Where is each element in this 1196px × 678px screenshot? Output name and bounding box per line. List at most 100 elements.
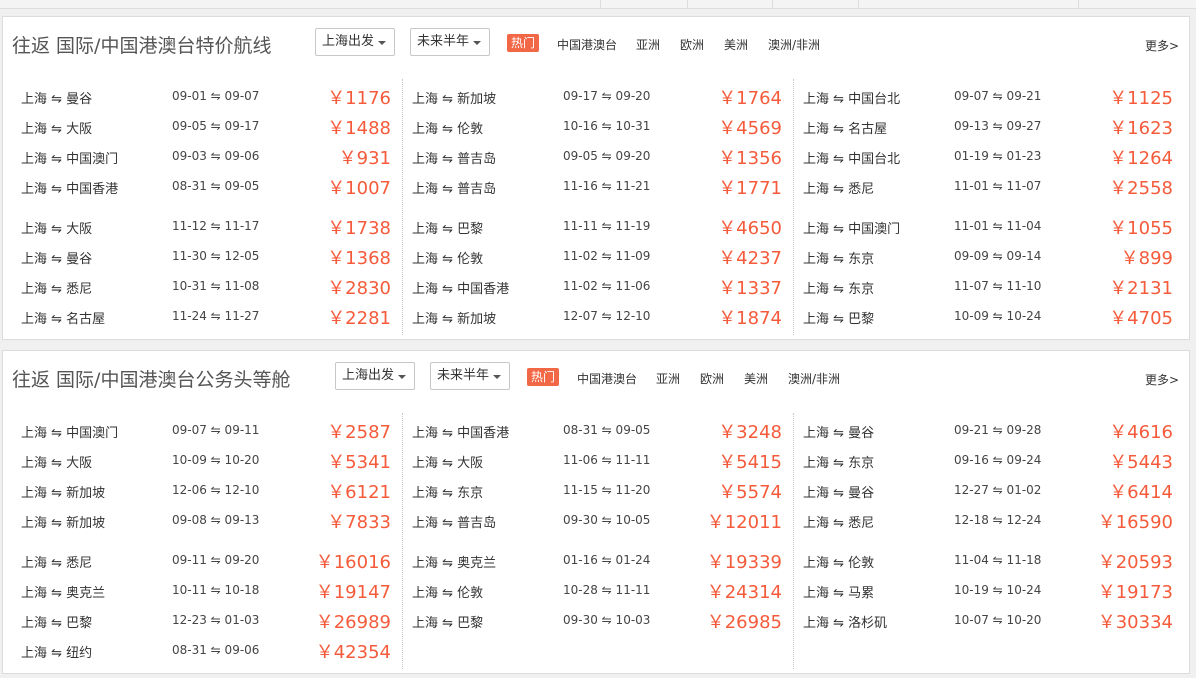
route-row[interactable]: 上海 ⇋ 巴黎 09-30 ⇋ 10-03 ￥26985	[403, 603, 793, 633]
route-dates: 10-28 ⇋ 11-11	[563, 583, 651, 597]
route-row[interactable]: 上海 ⇋ 大阪 09-05 ⇋ 09-17 ￥1488	[12, 109, 402, 139]
route-row[interactable]: 上海 ⇋ 巴黎 12-23 ⇋ 01-03 ￥26989	[12, 603, 402, 633]
route-row[interactable]: 上海 ⇋ 中国香港 08-31 ⇋ 09-05 ￥3248	[403, 413, 793, 443]
route-name: 上海 ⇋ 大阪	[21, 456, 93, 471]
route-name: 上海 ⇋ 大阪	[21, 122, 93, 137]
route-price: ￥26989	[315, 612, 391, 633]
route-dates: 12-27 ⇋ 01-02	[954, 483, 1042, 497]
route-row[interactable]: 上海 ⇋ 新加坡 12-06 ⇋ 12-10 ￥6121	[12, 473, 402, 503]
route-row[interactable]: 上海 ⇋ 中国香港 08-31 ⇋ 09-05 ￥1007	[12, 169, 402, 199]
route-price: ￥30334	[1097, 612, 1173, 633]
route-price: ￥1771	[718, 178, 782, 199]
route-dates: 09-09 ⇋ 09-14	[954, 249, 1042, 263]
route-row[interactable]: 上海 ⇋ 伦敦 10-16 ⇋ 10-31 ￥4569	[403, 109, 793, 139]
departure-select[interactable]: 上海出发	[315, 28, 395, 56]
top-strip-divider	[1078, 0, 1079, 8]
route-price: ￥1764	[718, 88, 782, 109]
route-row[interactable]: 上海 ⇋ 中国台北 09-07 ⇋ 09-21 ￥1125	[794, 79, 1184, 109]
route-row[interactable]: 上海 ⇋ 中国澳门 09-07 ⇋ 09-11 ￥2587	[12, 413, 402, 443]
route-dates: 09-08 ⇋ 09-13	[172, 513, 260, 527]
route-row[interactable]: 上海 ⇋ 大阪 11-12 ⇋ 11-17 ￥1738	[12, 209, 402, 239]
route-row[interactable]: 上海 ⇋ 洛杉矶 10-07 ⇋ 10-20 ￥30334	[794, 603, 1184, 633]
route-column: 上海 ⇋ 中国台北 09-07 ⇋ 09-21 ￥1125 上海 ⇋ 名古屋 09-13…	[793, 79, 1184, 335]
tab-hot[interactable]: 热门	[507, 34, 540, 52]
period-select[interactable]: 未来半年	[410, 28, 490, 56]
route-row[interactable]: 上海 ⇋ 大阪 10-09 ⇋ 10-20 ￥5341	[12, 443, 402, 473]
route-dates: 10-31 ⇋ 11-08	[172, 279, 260, 293]
route-row[interactable]: 上海 ⇋ 悉尼 09-11 ⇋ 09-20 ￥16016	[12, 543, 402, 573]
route-row[interactable]: 上海 ⇋ 新加坡 12-07 ⇋ 12-10 ￥1874	[403, 299, 793, 329]
route-row[interactable]: 上海 ⇋ 曼谷 09-21 ⇋ 09-28 ￥4616	[794, 413, 1184, 443]
route-name: 上海 ⇋ 普吉岛	[412, 152, 497, 167]
filter-oceania-africa[interactable]: 澳洲/非洲	[768, 36, 820, 53]
chevron-down-icon	[378, 41, 386, 45]
route-row[interactable]: 上海 ⇋ 大阪 11-06 ⇋ 11-11 ￥5415	[403, 443, 793, 473]
route-row[interactable]: 上海 ⇋ 东京 11-15 ⇋ 11-20 ￥5574	[403, 473, 793, 503]
route-row[interactable]: 上海 ⇋ 悉尼 12-18 ⇋ 12-24 ￥16590	[794, 503, 1184, 533]
route-name: 上海 ⇋ 大阪	[412, 456, 484, 471]
filter-asia[interactable]: 亚洲	[656, 370, 680, 387]
route-dates: 08-31 ⇋ 09-05	[172, 179, 260, 193]
filter-europe[interactable]: 欧洲	[700, 370, 724, 387]
route-name: 上海 ⇋ 曼谷	[21, 92, 93, 107]
period-select[interactable]: 未来半年	[430, 362, 510, 390]
route-row[interactable]: 上海 ⇋ 巴黎 10-09 ⇋ 10-24 ￥4705	[794, 299, 1184, 329]
route-row[interactable]: 上海 ⇋ 中国澳门 11-01 ⇋ 11-04 ￥1055	[794, 209, 1184, 239]
route-name: 上海 ⇋ 巴黎	[803, 312, 875, 327]
route-row[interactable]: 上海 ⇋ 中国香港 11-02 ⇋ 11-06 ￥1337	[403, 269, 793, 299]
route-dates: 09-03 ⇋ 09-06	[172, 149, 260, 163]
route-row[interactable]: 上海 ⇋ 奥克兰 01-16 ⇋ 01-24 ￥19339	[403, 543, 793, 573]
route-price: ￥4705	[1109, 308, 1173, 329]
route-row[interactable]: 上海 ⇋ 曼谷 11-30 ⇋ 12-05 ￥1368	[12, 239, 402, 269]
more-link[interactable]: 更多>	[1145, 371, 1179, 388]
route-row[interactable]: 上海 ⇋ 新加坡 09-17 ⇋ 09-20 ￥1764	[403, 79, 793, 109]
route-price: ￥1055	[1109, 218, 1173, 239]
route-row[interactable]: 上海 ⇋ 中国台北 01-19 ⇋ 01-23 ￥1264	[794, 139, 1184, 169]
route-row[interactable]: 上海 ⇋ 悉尼 10-31 ⇋ 11-08 ￥2830	[12, 269, 402, 299]
route-row[interactable]: 上海 ⇋ 名古屋 11-24 ⇋ 11-27 ￥2281	[12, 299, 402, 329]
route-row[interactable]: 上海 ⇋ 东京 11-07 ⇋ 11-10 ￥2131	[794, 269, 1184, 299]
route-row[interactable]: 上海 ⇋ 普吉岛 11-16 ⇋ 11-21 ￥1771	[403, 169, 793, 199]
route-price: ￥1125	[1109, 88, 1173, 109]
route-dates: 11-12 ⇋ 11-17	[172, 219, 260, 233]
more-link[interactable]: 更多>	[1145, 37, 1179, 54]
route-row[interactable]: 上海 ⇋ 普吉岛 09-05 ⇋ 09-20 ￥1356	[403, 139, 793, 169]
filter-america[interactable]: 美洲	[744, 370, 768, 387]
route-row[interactable]: 上海 ⇋ 马累 10-19 ⇋ 10-24 ￥19173	[794, 573, 1184, 603]
tab-hot[interactable]: 热门	[527, 368, 560, 386]
route-row[interactable]: 上海 ⇋ 东京 09-09 ⇋ 09-14 ￥899	[794, 239, 1184, 269]
filter-hk-macao-taiwan[interactable]: 中国港澳台	[577, 370, 637, 387]
route-name: 上海 ⇋ 中国澳门	[803, 222, 901, 237]
route-row[interactable]: 上海 ⇋ 伦敦 11-02 ⇋ 11-09 ￥4237	[403, 239, 793, 269]
route-name: 上海 ⇋ 中国香港	[412, 426, 510, 441]
route-row[interactable]: 上海 ⇋ 奥克兰 10-11 ⇋ 10-18 ￥19147	[12, 573, 402, 603]
route-row[interactable]: 上海 ⇋ 伦敦 10-28 ⇋ 11-11 ￥24314	[403, 573, 793, 603]
route-name: 上海 ⇋ 中国澳门	[21, 152, 119, 167]
route-row[interactable]: 上海 ⇋ 东京 09-16 ⇋ 09-24 ￥5443	[794, 443, 1184, 473]
filter-hk-macao-taiwan[interactable]: 中国港澳台	[557, 36, 617, 53]
route-row[interactable]: 上海 ⇋ 伦敦 11-04 ⇋ 11-18 ￥20593	[794, 543, 1184, 573]
route-row[interactable]: 上海 ⇋ 新加坡 09-08 ⇋ 09-13 ￥7833	[12, 503, 402, 533]
filter-oceania-africa[interactable]: 澳洲/非洲	[788, 370, 840, 387]
route-row[interactable]: 上海 ⇋ 曼谷 09-01 ⇋ 09-07 ￥1176	[12, 79, 402, 109]
route-name: 上海 ⇋ 东京	[412, 486, 484, 501]
route-price: ￥16590	[1097, 512, 1173, 533]
filter-america[interactable]: 美洲	[724, 36, 748, 53]
route-name: 上海 ⇋ 巴黎	[412, 616, 484, 631]
filter-europe[interactable]: 欧洲	[680, 36, 704, 53]
route-row[interactable]: 上海 ⇋ 曼谷 12-27 ⇋ 01-02 ￥6414	[794, 473, 1184, 503]
route-row[interactable]: 上海 ⇋ 纽约 08-31 ⇋ 09-06 ￥42354	[12, 633, 402, 663]
route-row[interactable]: 上海 ⇋ 巴黎 11-11 ⇋ 11-19 ￥4650	[403, 209, 793, 239]
route-price: ￥3248	[718, 422, 782, 443]
filter-asia[interactable]: 亚洲	[636, 36, 660, 53]
panel-title: 往返 国际/中国港澳台特价航线	[12, 35, 272, 57]
departure-select[interactable]: 上海出发	[335, 362, 415, 390]
route-dates: 11-15 ⇋ 11-20	[563, 483, 651, 497]
route-row[interactable]: 上海 ⇋ 中国澳门 09-03 ⇋ 09-06 ￥931	[12, 139, 402, 169]
route-row[interactable]: 上海 ⇋ 悉尼 11-01 ⇋ 11-07 ￥2558	[794, 169, 1184, 199]
route-name: 上海 ⇋ 悉尼	[803, 516, 875, 531]
route-row[interactable]: 上海 ⇋ 名古屋 09-13 ⇋ 09-27 ￥1623	[794, 109, 1184, 139]
route-row[interactable]: 上海 ⇋ 普吉岛 09-30 ⇋ 10-05 ￥12011	[403, 503, 793, 533]
route-dates: 08-31 ⇋ 09-06	[172, 643, 260, 657]
route-price: ￥20593	[1097, 552, 1173, 573]
